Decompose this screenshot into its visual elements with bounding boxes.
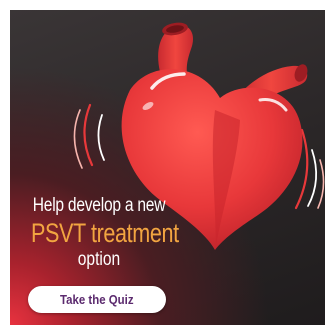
take-quiz-label: Take the Quiz (60, 292, 134, 307)
take-quiz-button[interactable]: Take the Quiz (28, 286, 166, 313)
headline-line-2: PSVT treatment (31, 218, 179, 248)
heart-icon (73, 22, 325, 250)
ad-frame: Help develop a new PSVT treatment option… (0, 0, 331, 331)
ad-banner[interactable]: Help develop a new PSVT treatment option… (10, 10, 325, 325)
motion-lines-left (73, 103, 105, 169)
headline-line-3: option (77, 249, 121, 270)
headline-line-1: Help develop a new (32, 195, 166, 216)
